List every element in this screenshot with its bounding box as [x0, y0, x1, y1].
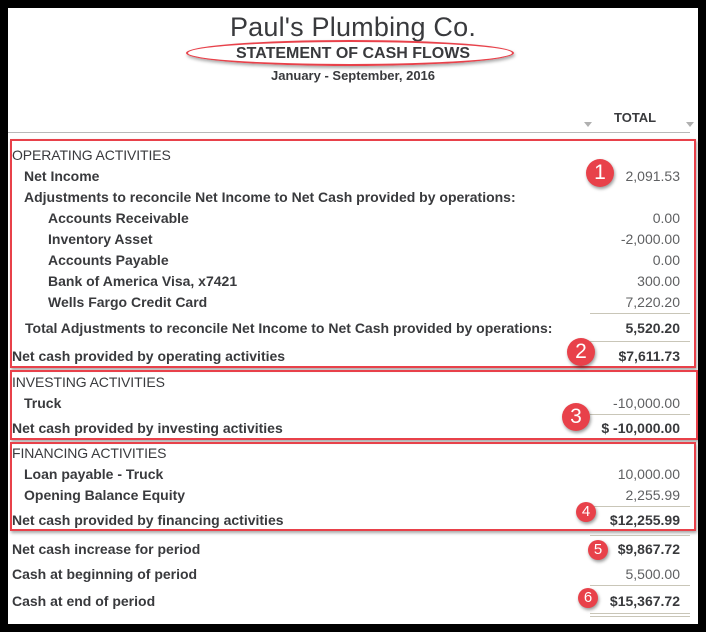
title-highlight-oval: [186, 40, 514, 66]
column-header-total[interactable]: TOTAL: [614, 110, 656, 125]
investing-highlight-box: [10, 370, 698, 440]
total-double-rule: [590, 616, 690, 617]
report-period: January - September, 2016: [270, 68, 436, 83]
row-label: Cash at end of period: [12, 593, 156, 609]
total-double-rule: [590, 613, 690, 614]
annotation-badge-3: 3: [562, 403, 590, 431]
subtotal-rule: [590, 535, 690, 536]
annotation-badge-4: 4: [576, 502, 596, 522]
row-value[interactable]: 5,500.00: [626, 566, 681, 582]
total-sort-caret-icon[interactable]: [686, 122, 694, 127]
company-name: Paul's Plumbing Co.: [229, 12, 477, 42]
report-page: Paul's Plumbing Co. STATEMENT OF CASH FL…: [8, 8, 698, 624]
subtotal-rule: [590, 585, 690, 586]
annotation-badge-6: 6: [578, 588, 598, 608]
column-sort-caret-icon[interactable]: [584, 122, 592, 127]
row-label: Net cash increase for period: [12, 541, 201, 557]
annotation-badge-1: 1: [586, 159, 614, 187]
row-value[interactable]: $15,367.72: [610, 593, 680, 609]
row-label: Cash at beginning of period: [12, 566, 198, 582]
annotation-badge-2: 2: [567, 338, 595, 366]
row-value[interactable]: $9,867.72: [618, 541, 680, 557]
table-row[interactable]: Cash at beginning of period 5,500.00: [8, 566, 698, 587]
annotation-badge-5: 5: [588, 540, 608, 560]
header-divider: [8, 132, 690, 133]
